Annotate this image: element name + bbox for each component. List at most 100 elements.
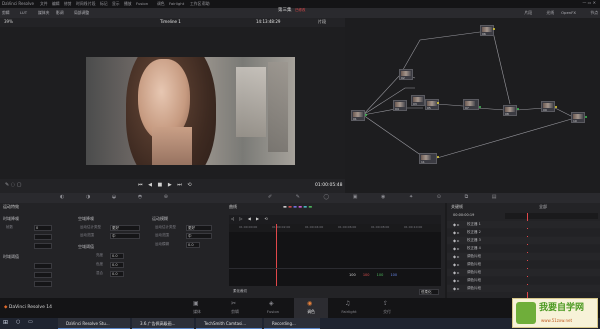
curves-graph[interactable]: 100 100 100 100 — [229, 224, 441, 286]
keyframe-row[interactable]: ◆ ▸ 校正器 2 — [447, 229, 600, 236]
node-03[interactable]: 03 — [411, 95, 425, 106]
keyframe-lock-icon[interactable]: ◆ ▸ — [453, 254, 459, 259]
keyframe-lock-icon[interactable]: ◆ ▸ — [453, 230, 459, 235]
menu-item[interactable]: 文件 — [40, 1, 48, 6]
node-09[interactable]: 09 — [541, 101, 555, 112]
windows-start-icon[interactable]: ⊞ — [3, 320, 8, 326]
toolbar-item[interactable]: 影调 — [56, 11, 64, 15]
taskbar-item-recording[interactable]: Recording... — [264, 318, 320, 329]
keyframe-row[interactable]: ◆ ▸ 校正器 1 — [447, 221, 600, 228]
curves-transport[interactable]: ◁ ▷ ◀ ▶ ⟲ — [231, 217, 270, 221]
mode-label[interactable]: 片段 — [318, 20, 326, 24]
keyframe-lock-icon[interactable]: ◆ ▸ — [453, 286, 459, 291]
spatial-luma-field[interactable]: 0.0 — [110, 253, 124, 259]
keyframe-lock-icon[interactable]: ◆ ▸ — [453, 246, 459, 251]
taskbar-item-folder[interactable]: 3.6.广告佩高级画... — [132, 318, 194, 329]
threshold-field-1[interactable] — [34, 263, 52, 269]
toolbar-item[interactable]: 片段 — [524, 11, 532, 15]
task-view-icon[interactable]: ▭ — [28, 320, 33, 325]
menu-item[interactable]: 显示 — [112, 1, 120, 6]
page-tab[interactable]: ⇪ 交付 — [370, 298, 404, 318]
node-10[interactable]: 10 — [571, 112, 585, 123]
menu-item[interactable]: 调色 — [157, 1, 165, 6]
viewer-tools[interactable]: ✎ ◌ ▢ — [5, 183, 21, 188]
blur-amount-field[interactable]: 0.0 — [186, 242, 200, 248]
keyframe-lock-icon[interactable]: ◆ ▸ — [453, 238, 459, 243]
menu-item[interactable]: Fairlight — [169, 1, 184, 6]
toolbar-item[interactable]: 剪辑 — [2, 11, 10, 15]
node-port[interactable] — [479, 106, 481, 108]
keyframe-lock-icon[interactable]: ◆ ▸ — [453, 278, 459, 283]
node-port[interactable] — [585, 116, 587, 118]
search-icon[interactable]: ○ — [16, 320, 20, 325]
threshold-field-2[interactable] — [34, 272, 52, 278]
window-controls[interactable]: — ▭ ✕ — [582, 1, 596, 5]
threshold-field-3[interactable] — [34, 281, 52, 287]
keyframe-row[interactable]: ◆ ▸ 调色片段 — [447, 285, 600, 292]
toolbar-item[interactable]: 节点 — [590, 11, 598, 15]
toolbar-item[interactable]: 光线 — [546, 11, 554, 15]
menu-item[interactable]: 工作区 — [190, 1, 201, 6]
node-02[interactable]: 02 — [399, 69, 413, 80]
temporal-field-b[interactable] — [34, 243, 52, 249]
page-tab[interactable]: ▣ 媒体 — [180, 298, 214, 318]
keyframe-row[interactable]: ◆ ▸ 调色片段 — [447, 269, 600, 276]
keyframe-row[interactable]: ◆ ▸ 调色片段 — [447, 277, 600, 284]
menu-item[interactable]: 编辑 — [52, 1, 60, 6]
keyframe-row[interactable]: ◆ ▸ 调色片段 — [447, 253, 600, 260]
toolbar-item[interactable]: OpenFX — [561, 11, 576, 15]
keyframe-lock-icon[interactable]: ◆ ▸ — [453, 270, 459, 275]
playhead[interactable] — [276, 224, 277, 286]
node-port[interactable] — [493, 28, 495, 30]
menu-item[interactable]: 修剪 — [64, 1, 72, 6]
panel-icons-right[interactable]: ✐ ✎ ◯ ▣ ◉ ✦ ⊙ ⧉ ▤ — [268, 195, 507, 200]
frames-field[interactable]: 0 — [34, 225, 52, 231]
toolbar-item[interactable]: 媒体夹 — [38, 11, 49, 15]
soft-clip-select[interactable]: 低柔化 — [419, 289, 439, 295]
menu-item[interactable]: Fusion — [136, 1, 148, 6]
menu-item[interactable]: 标记 — [100, 1, 108, 6]
page-tab[interactable]: ◈ Fusion — [256, 298, 290, 318]
menu-item[interactable]: 帮助 — [202, 1, 210, 6]
curve-channel-toggles[interactable]: ▬ ▬ ▬ ▬ ▬ ▬ — [283, 205, 312, 209]
taskbar-item-camtasia[interactable]: TechSmith Camtasi... — [196, 318, 262, 329]
panel-icons-left[interactable]: ◐ ◑ ◒ ◓ ⊕ — [60, 195, 178, 200]
toolbar-item[interactable]: LUT — [20, 11, 27, 15]
blur-mode-select[interactable]: 更好 — [186, 225, 212, 231]
page-tab[interactable]: ♫ Fairlight — [332, 298, 366, 318]
taskbar-item-resolve[interactable]: DaVinci Resolve Stu... — [58, 318, 130, 329]
node-04[interactable]: 04 — [393, 100, 407, 111]
node-11[interactable]: 11 — [419, 153, 437, 164]
node-07[interactable]: 07 — [463, 99, 479, 110]
transport-controls[interactable]: ⏮ ◀ ■ ▶ ⏭ ⟲ — [138, 183, 194, 188]
spatial-chroma-field[interactable]: 0.0 — [110, 262, 124, 268]
viewer-image[interactable] — [86, 57, 295, 165]
toolbar-item[interactable]: 局部调整 — [74, 11, 89, 15]
node-08[interactable]: 08 — [503, 105, 517, 116]
node-editor[interactable]: 01 02 03 04 05 06 07 08 09 10 11 — [345, 18, 600, 193]
keyframe-row[interactable]: ◆ ▸ 校正器 3 — [447, 237, 600, 244]
temporal-field-a[interactable] — [34, 234, 52, 240]
page-tab[interactable]: ✂ 剪辑 — [218, 298, 252, 318]
node-port[interactable] — [555, 106, 557, 108]
spatial-mode-select[interactable]: 更好 — [110, 225, 140, 231]
page-tab[interactable]: ◉ 调色 — [294, 298, 328, 318]
node-06[interactable]: 06 — [480, 25, 494, 36]
menu-item[interactable]: 时间线 — [76, 1, 87, 6]
viewer-zoom[interactable]: 39% — [4, 20, 13, 24]
node-port[interactable] — [517, 108, 519, 110]
node-01[interactable]: 01 — [351, 110, 365, 121]
node-port[interactable] — [365, 114, 367, 116]
spatial-range-select[interactable]: 中 — [110, 233, 140, 239]
menu-item[interactable]: 播放 — [124, 1, 132, 6]
node-port[interactable] — [437, 156, 439, 158]
keyframe-row[interactable]: ◆ ▸ 调色片段 — [447, 261, 600, 268]
menu-item[interactable]: 片段 — [88, 1, 96, 6]
timeline-name[interactable]: Timeline 1 — [160, 20, 181, 24]
node-05[interactable]: 05 — [425, 99, 439, 110]
blur-range-select[interactable]: 中 — [186, 233, 212, 239]
spatial-blend-field[interactable]: 0.0 — [110, 271, 124, 277]
node-port[interactable] — [437, 102, 439, 104]
keyframe-lock-icon[interactable]: ◆ ▸ — [453, 222, 459, 227]
keyframes-filter[interactable]: 全部 — [539, 205, 547, 209]
